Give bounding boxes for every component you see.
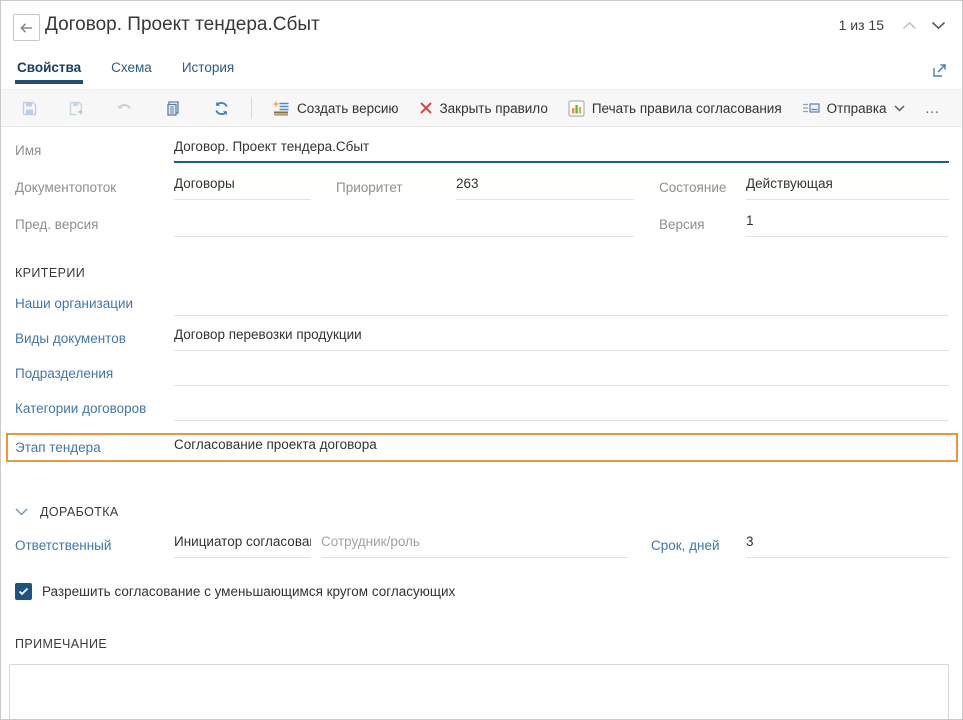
name-input[interactable]: Договор. Проект тендера.Сбыт xyxy=(174,139,949,163)
create-version-icon xyxy=(272,100,290,117)
tab-properties[interactable]: Свойства xyxy=(15,56,83,84)
prev-version-label: Пред. версия xyxy=(15,217,174,237)
responsible-label[interactable]: Ответственный xyxy=(15,538,174,558)
properties-form: Имя Договор. Проект тендера.Сбыт Докумен… xyxy=(1,139,962,720)
send-chevron-down-icon xyxy=(894,105,905,112)
rework-section-header: ДОРАБОТКА xyxy=(15,505,949,519)
tab-bar: Свойства Схема История xyxy=(1,56,962,89)
priority-input[interactable]: 263 xyxy=(456,176,634,200)
create-version-button[interactable]: Создать версию xyxy=(262,95,409,122)
print-rule-button[interactable]: Печать правила согласования xyxy=(558,95,792,122)
state-label: Состояние xyxy=(659,180,746,200)
rework-title: ДОРАБОТКА xyxy=(40,505,119,519)
undo-icon xyxy=(116,101,134,115)
field-row-our-orgs: Наши организации xyxy=(15,292,949,316)
criteria-section-header: КРИТЕРИИ xyxy=(15,266,949,280)
save-and-close-button[interactable] xyxy=(57,93,97,123)
record-pager: 1 из 15 xyxy=(839,17,948,33)
refresh-button[interactable] xyxy=(201,93,241,123)
field-row-doc-kinds: Виды документов Договор перевозки продук… xyxy=(15,327,949,351)
departments-label[interactable]: Подразделения xyxy=(15,366,174,386)
document-card-window: Договор. Проект тендера.Сбыт 1 из 15 Сво… xyxy=(0,0,963,720)
close-rule-label: Закрыть правило xyxy=(440,101,548,116)
field-row-name: Имя Договор. Проект тендера.Сбыт xyxy=(15,139,949,163)
popout-icon xyxy=(931,62,948,79)
create-version-label: Создать версию xyxy=(297,101,399,116)
note-section-header: ПРИМЕЧАНИЕ xyxy=(15,637,949,651)
copy-icon xyxy=(165,100,182,117)
send-label: Отправка xyxy=(827,101,887,116)
tab-scheme[interactable]: Схема xyxy=(109,56,154,84)
field-row-prev-version: Пред. версия Версия 1 xyxy=(15,213,949,237)
chevron-down-icon xyxy=(931,21,946,30)
print-rule-label: Печать правила согласования xyxy=(592,101,782,116)
refresh-icon xyxy=(213,100,230,117)
doc-kinds-label[interactable]: Виды документов xyxy=(15,331,174,351)
deadline-input[interactable]: 3 xyxy=(746,534,949,558)
departments-input[interactable] xyxy=(174,362,949,386)
send-list-icon xyxy=(802,101,820,115)
field-row-contract-categories: Категории договоров xyxy=(15,397,949,421)
deadline-label[interactable]: Срок, дней xyxy=(651,538,746,558)
note-textarea[interactable] xyxy=(9,664,949,720)
field-row-responsible: Ответственный Инициатор согласования Сот… xyxy=(15,534,949,558)
checkbox-label: Разрешить согласование с уменьшающимся к… xyxy=(42,584,455,599)
our-orgs-input[interactable] xyxy=(174,292,949,316)
name-label: Имя xyxy=(15,143,174,163)
field-row-departments: Подразделения xyxy=(15,362,949,386)
tender-stage-highlight-box: Этап тендера Согласование проекта догово… xyxy=(6,433,958,462)
rework-collapse-button[interactable] xyxy=(15,508,28,516)
version-input[interactable]: 1 xyxy=(746,213,949,237)
field-row-flow: Документопоток Договоры Приоритет 263 Со… xyxy=(15,176,949,200)
bar-chart-icon xyxy=(568,100,585,117)
flow-input[interactable]: Договоры xyxy=(174,176,311,200)
criteria-title: КРИТЕРИИ xyxy=(15,266,85,280)
toolbar-separator xyxy=(251,97,252,119)
arrow-left-icon xyxy=(19,22,34,34)
toolbar-more-button[interactable]: … xyxy=(915,96,951,121)
priority-label: Приоритет xyxy=(336,180,456,200)
section-chevron-down-icon xyxy=(15,508,28,516)
chevron-up-icon xyxy=(902,21,917,30)
contract-categories-label[interactable]: Категории договоров xyxy=(15,401,174,421)
tab-history[interactable]: История xyxy=(180,56,236,84)
checkmark-icon xyxy=(18,587,29,596)
send-button[interactable]: Отправка xyxy=(792,96,915,121)
toolbar: Создать версию Закрыть правило Печать пр… xyxy=(1,89,962,127)
note-title: ПРИМЕЧАНИЕ xyxy=(15,637,107,651)
our-orgs-label[interactable]: Наши организации xyxy=(15,296,174,316)
tender-stage-label[interactable]: Этап тендера xyxy=(15,440,174,458)
pager-next-button[interactable] xyxy=(929,19,948,32)
save-icon xyxy=(21,100,38,117)
flow-label: Документопоток xyxy=(15,180,174,200)
pager-prev-button[interactable] xyxy=(900,19,919,32)
version-label: Версия xyxy=(659,217,746,237)
header: Договор. Проект тендера.Сбыт 1 из 15 xyxy=(1,1,962,56)
copy-button[interactable] xyxy=(153,93,193,123)
close-rule-button[interactable]: Закрыть правило xyxy=(409,96,558,121)
checkbox-checked[interactable] xyxy=(15,583,32,600)
employee-role-input[interactable]: Сотрудник/роль xyxy=(321,534,628,558)
page-title: Договор. Проект тендера.Сбыт xyxy=(45,14,320,36)
doc-kinds-input[interactable]: Договор перевозки продукции xyxy=(174,327,949,351)
save-close-icon xyxy=(68,100,86,117)
shrinking-circle-checkbox-row[interactable]: Разрешить согласование с уменьшающимся к… xyxy=(15,583,949,600)
pager-position: 1 из 15 xyxy=(839,17,884,33)
prev-version-input[interactable] xyxy=(174,213,634,237)
tender-stage-input[interactable]: Согласование проекта договора xyxy=(174,437,949,458)
save-button[interactable] xyxy=(9,93,49,123)
close-x-icon xyxy=(419,101,433,115)
responsible-input[interactable]: Инициатор согласования xyxy=(174,534,311,558)
open-in-window-button[interactable] xyxy=(929,60,950,81)
contract-categories-input[interactable] xyxy=(174,397,949,421)
state-input[interactable]: Действующая xyxy=(746,176,949,200)
undo-button[interactable] xyxy=(105,93,145,123)
back-button[interactable] xyxy=(13,14,40,41)
